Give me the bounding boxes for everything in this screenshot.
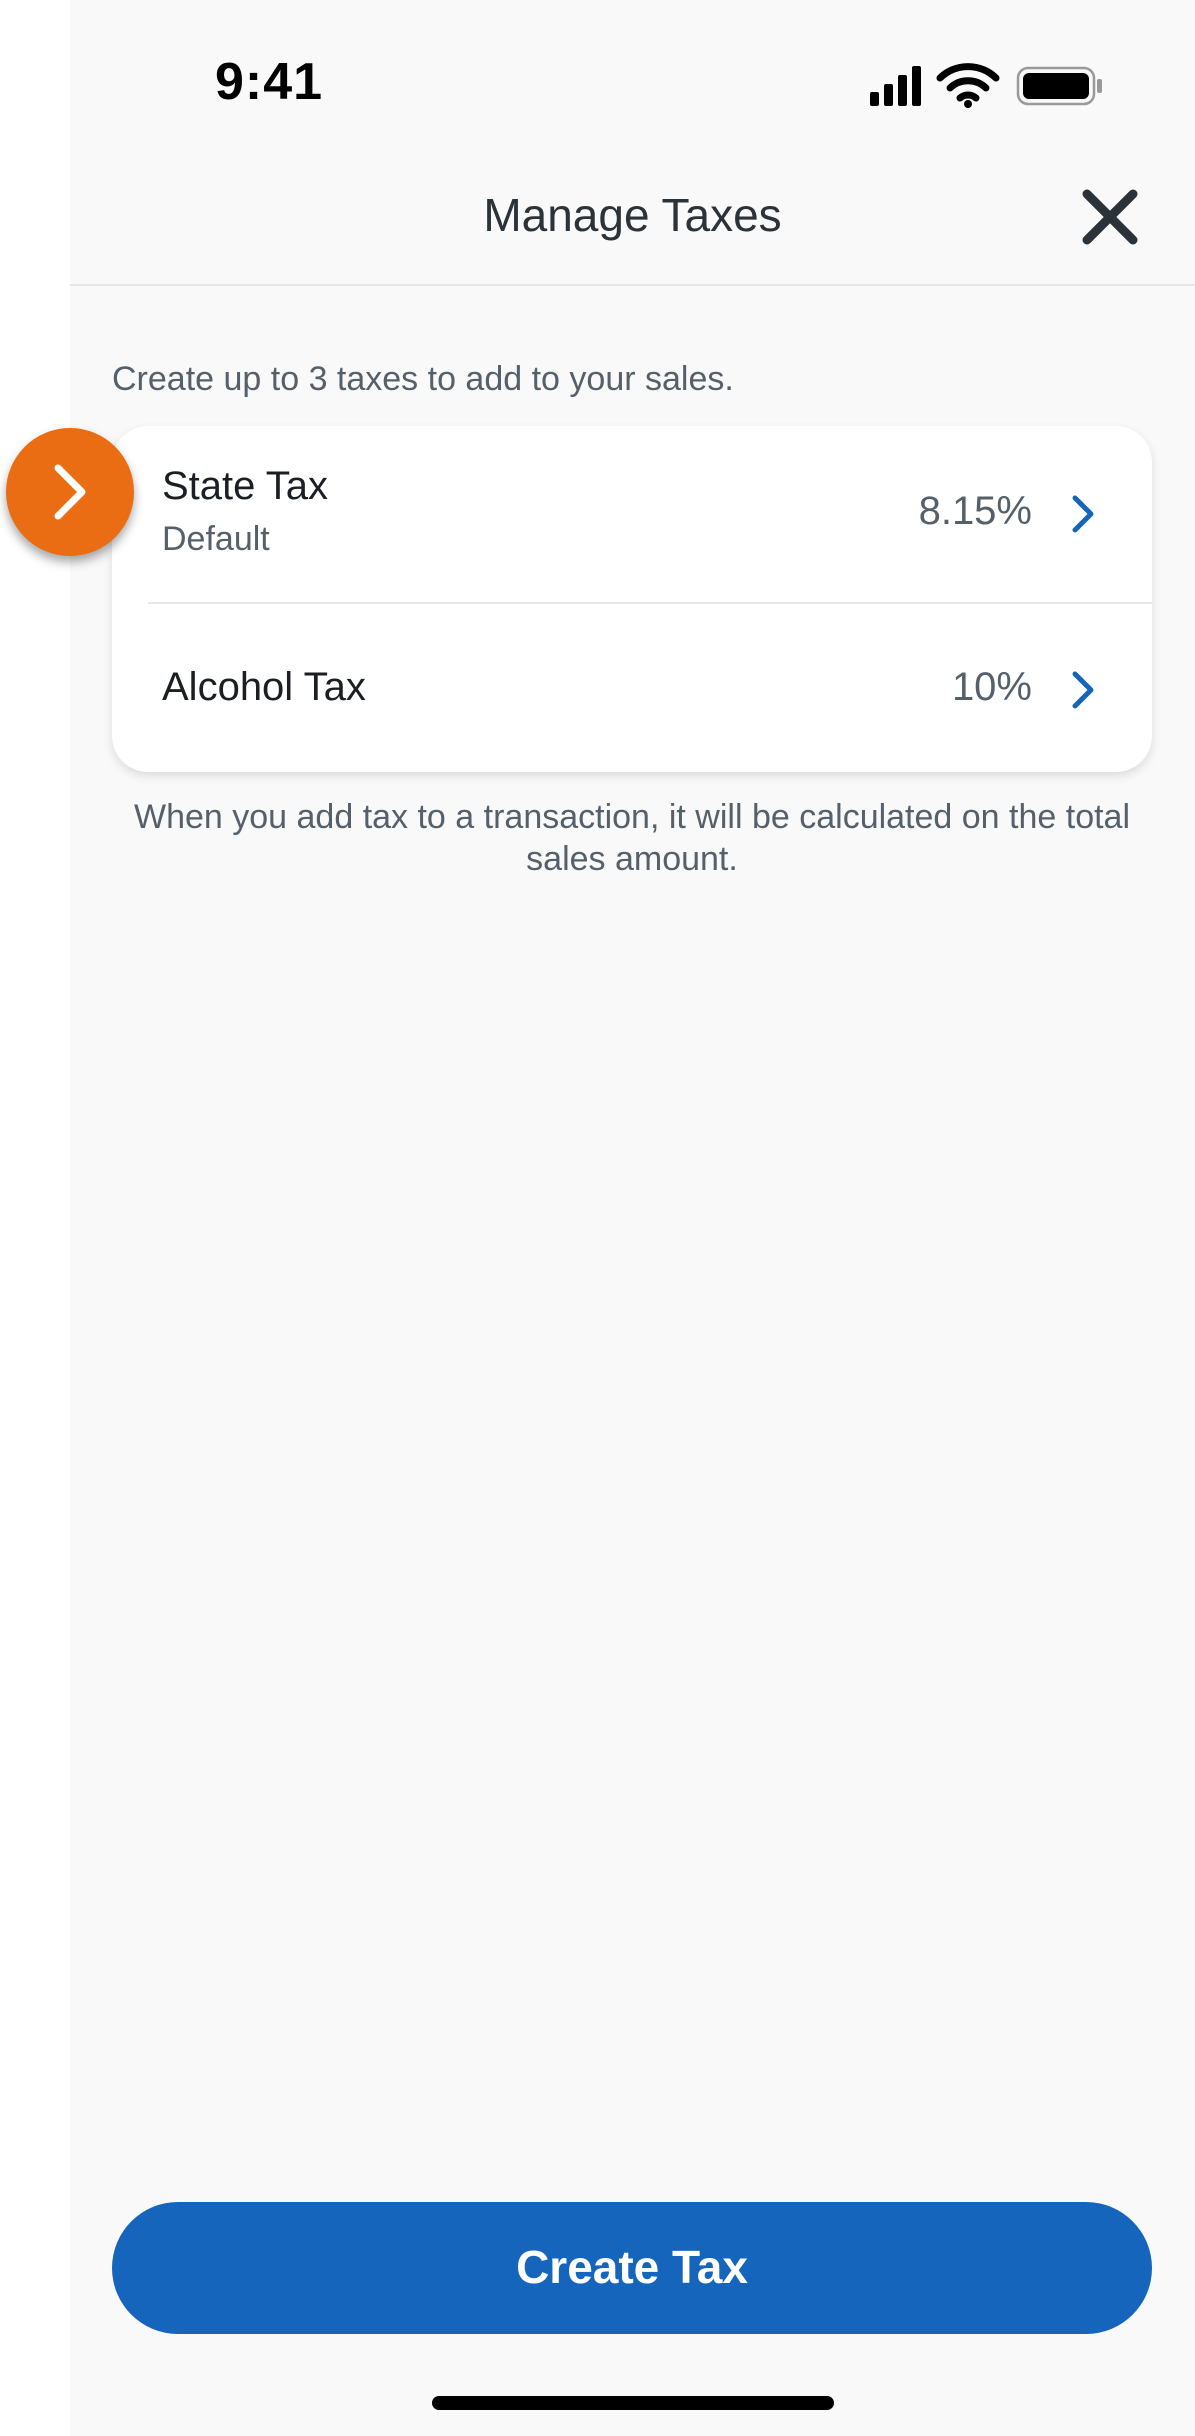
tax-rate: 10% xyxy=(951,665,1032,709)
status-time: 9:41 xyxy=(215,53,324,111)
default-label: Default xyxy=(162,520,270,558)
chevron-right-icon xyxy=(1072,495,1094,533)
tax-row-alcohol-tax[interactable]: Alcohol Tax 10% xyxy=(112,603,1152,772)
tax-footnote: When you add tax to a transaction, it wi… xyxy=(133,798,1131,878)
page-title: Manage Taxes xyxy=(483,189,782,241)
tax-list: State Tax Default 8.15% Alcohol Tax 10% xyxy=(112,426,1152,772)
wifi-icon xyxy=(936,63,1000,108)
chevron-right-icon xyxy=(1072,671,1094,709)
intro-text: Create up to 3 taxes to add to your sale… xyxy=(112,360,734,398)
tax-rate: 8.15% xyxy=(918,489,1032,533)
close-icon xyxy=(1082,189,1138,245)
app-screen: 9:41 Manage Taxes Create up to 3 taxes t… xyxy=(70,0,1195,2436)
close-button[interactable] xyxy=(1075,182,1145,252)
create-tax-button[interactable]: Create Tax xyxy=(112,2202,1152,2334)
header: Manage Taxes xyxy=(70,160,1195,286)
home-indicator xyxy=(432,2396,834,2410)
hint-marker-button[interactable] xyxy=(6,428,134,556)
cellular-signal-icon xyxy=(870,66,921,106)
tax-row-state-tax[interactable]: State Tax Default 8.15% xyxy=(112,426,1152,603)
status-icons xyxy=(870,62,1130,110)
tax-name: State Tax xyxy=(162,464,329,508)
create-tax-button-label: Create Tax xyxy=(516,2241,748,2293)
tax-name: Alcohol Tax xyxy=(162,665,366,709)
chevron-right-icon xyxy=(54,464,86,520)
battery-icon xyxy=(1016,66,1102,106)
